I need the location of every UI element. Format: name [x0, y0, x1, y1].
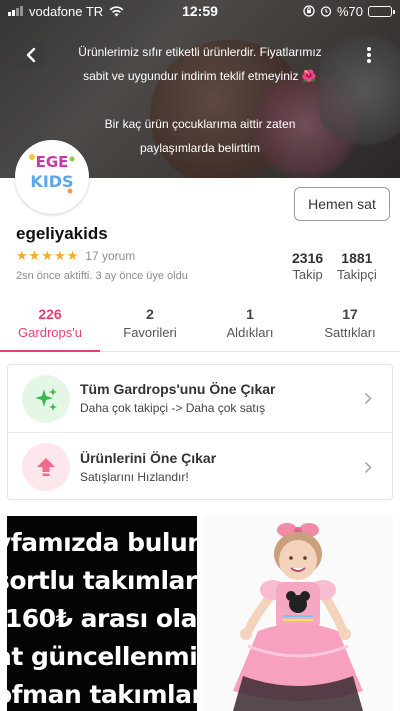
- following-label: Takipçi: [337, 267, 377, 282]
- promote-wardrobe-item[interactable]: Tüm Gardrops'unu Öne Çıkar Daha çok taki…: [8, 365, 392, 433]
- star-icon: ★: [53, 248, 66, 263]
- product-photo: [203, 516, 393, 711]
- promote-products-item[interactable]: Ürünlerini Öne Çıkar Satışlarını Hızland…: [8, 433, 392, 501]
- promotions-card: Tüm Gardrops'unu Öne Çıkar Daha çok taki…: [7, 364, 393, 500]
- username: egeliyakids: [16, 224, 108, 243]
- promo-subtitle: Daha çok takipçi -> Daha çok satış: [80, 401, 266, 415]
- sparkle-icon: [35, 387, 57, 411]
- star-icon: ★: [66, 248, 79, 263]
- chevron-left-icon: [26, 47, 36, 63]
- profile-tabs: 226 Gardrops'u 2 Favorileri 1 Aldıkları …: [0, 300, 400, 352]
- tab-gardrops[interactable]: 226 Gardrops'u: [0, 300, 100, 352]
- carrier-name: vodafone TR: [29, 3, 104, 19]
- sell-now-button[interactable]: Hemen sat: [294, 187, 390, 221]
- announcement-line: Bir kaç ürün çocuklarıma aittir zaten: [104, 117, 296, 131]
- promo-title: Ürünlerini Öne Çıkar: [80, 449, 217, 466]
- followers-stat[interactable]: 2316 Takip: [292, 250, 323, 284]
- following-count: 1881: [341, 250, 373, 266]
- product-card[interactable]: [203, 516, 393, 711]
- tab-label: Aldıkları: [226, 325, 274, 340]
- promo-icon-circle: [22, 374, 70, 423]
- announcement-line: Ürünlerimiz sıfır etiketli ürünlerdir. F…: [78, 45, 322, 59]
- avatar[interactable]: EGE KIDS: [15, 140, 89, 214]
- tab-label: Sattıkları: [324, 325, 376, 340]
- announcement-line: paylaşımlarda belirttim: [139, 141, 261, 155]
- promo-subtitle: Satışlarını Hızlandır!: [80, 469, 189, 484]
- alarm-icon: [320, 6, 332, 17]
- product-banner-text: at güncellenmis: [7, 642, 197, 671]
- promo-title: Tüm Gardrops'unu Öne Çıkar: [80, 381, 276, 397]
- tab-favorites[interactable]: 2 Favorileri: [100, 300, 200, 351]
- product-banner-text: -160₺ arası ola: [7, 604, 197, 633]
- chevron-right-icon: [364, 461, 372, 473]
- status-bar: vodafone TR 12:59 %70: [0, 0, 400, 22]
- product-banner-text: şortlu takımlar: [7, 566, 197, 595]
- product-banner-text: yfamızda bulun: [7, 528, 197, 557]
- promo-icon-circle: [22, 443, 70, 491]
- more-vertical-icon: [367, 47, 371, 63]
- battery-percent: %70: [336, 3, 363, 19]
- followers-count: 2316: [292, 250, 324, 266]
- rating[interactable]: ★ ★ ★ ★ ★ 17 yorum: [16, 248, 135, 264]
- followers-label: Takip: [292, 267, 323, 282]
- battery-icon: [368, 5, 395, 17]
- flower-emoji: 🌺: [301, 69, 317, 83]
- clock: 12:59: [182, 3, 218, 19]
- tab-label: Favorileri: [123, 325, 177, 340]
- chevron-right-icon: [364, 392, 372, 405]
- ege-kids-logo: EGE KIDS: [18, 143, 86, 211]
- tab-count: 2: [146, 306, 154, 322]
- star-icon: ★: [41, 248, 53, 263]
- product-card[interactable]: yfamızda bulun şortlu takımlar -160₺ ara…: [7, 516, 197, 711]
- signal-icon: [8, 6, 23, 16]
- tab-count: 17: [342, 306, 358, 322]
- tab-count: 226: [38, 306, 62, 322]
- tab-sold[interactable]: 17 Sattıkları: [300, 300, 400, 351]
- star-icon: ★: [28, 248, 41, 263]
- tab-purchased[interactable]: 1 Aldıkları: [200, 300, 300, 351]
- announcement-line: sabit ve uygundur indirim teklif etmeyin…: [83, 69, 317, 83]
- more-options-button[interactable]: [353, 39, 385, 71]
- tab-count: 1: [246, 306, 254, 322]
- product-banner-text: ofman takımlar: [7, 680, 197, 709]
- activity-status: 2sn önce aktifti. 3 ay önce üye oldu: [16, 270, 188, 282]
- star-icon: ★: [16, 248, 28, 263]
- orientation-lock-icon: [303, 5, 315, 17]
- following-stat[interactable]: 1881 Takipçi: [337, 250, 377, 284]
- wifi-icon: [109, 5, 124, 16]
- logo-text-bottom: KIDS: [30, 172, 73, 191]
- back-button[interactable]: [15, 39, 47, 71]
- review-count: 17 yorum: [85, 249, 136, 263]
- boost-arrow-icon: [37, 458, 55, 476]
- logo-text-top: EGE: [36, 153, 69, 171]
- profile-announcement: Ürünlerimiz sıfır etiketli ürünlerdir. F…: [60, 40, 340, 160]
- tab-label: Gardrops'u: [18, 325, 82, 340]
